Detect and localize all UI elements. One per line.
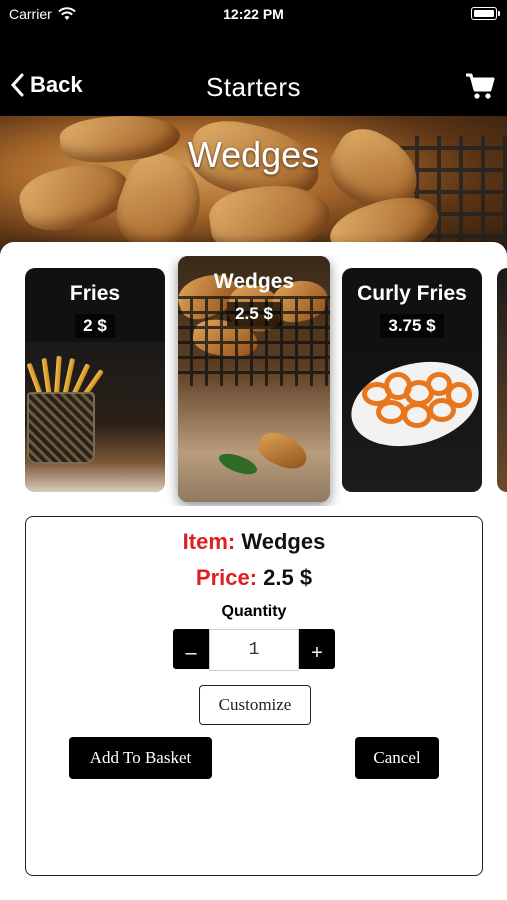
carousel-card-fries[interactable]: Fries 2 $: [25, 268, 165, 492]
status-time: 12:22 PM: [223, 6, 284, 22]
page-title: Starters: [205, 72, 302, 102]
item-value: Wedges: [241, 529, 326, 554]
quantity-stepper: – 1 +: [173, 629, 335, 671]
nav-bar: Back Starters: [0, 62, 507, 112]
cart-icon[interactable]: [465, 72, 495, 100]
carousel-card-curly-fries[interactable]: Curly Fries 3.75 $: [342, 268, 482, 492]
hero-image: Wedges: [0, 116, 507, 256]
card-price: 3.75 $: [342, 314, 482, 338]
price-label: Price:: [195, 565, 258, 590]
carousel-card-wedges[interactable]: Wedges 2.5 $: [178, 256, 330, 502]
quantity-label: Quantity: [221, 603, 287, 620]
card-name: Wedges: [213, 270, 295, 293]
item-label: Item:: [182, 529, 236, 554]
quantity-field[interactable]: 1: [209, 629, 299, 671]
item-line: Item: Wedges: [26, 529, 482, 555]
battery-icon: [471, 7, 500, 20]
top-bar: Carrier 12:22 PM Back Starters: [0, 0, 507, 116]
carousel-next-card-peek[interactable]: [497, 268, 507, 492]
hero-title: Wedges: [187, 134, 320, 175]
card-price: 2.5 $: [178, 302, 330, 326]
add-to-basket-button[interactable]: Add To Basket: [69, 737, 212, 779]
item-detail-panel: Item: Wedges Price: 2.5 $ Quantity – 1 +…: [25, 516, 483, 876]
price-value: 2.5 $: [263, 565, 313, 590]
curly-fries-photo: [342, 342, 482, 492]
cancel-button[interactable]: Cancel: [355, 737, 439, 779]
card-price: 2 $: [25, 314, 165, 338]
price-line: Price: 2.5 $: [26, 565, 482, 591]
fries-photo: [25, 342, 165, 492]
increment-button[interactable]: +: [299, 629, 335, 669]
status-bar: Carrier 12:22 PM: [0, 0, 507, 30]
item-carousel[interactable]: Fries 2 $ Wedges 2.5 $ Curly Fries 3.75 …: [0, 256, 507, 506]
customize-button[interactable]: Customize: [199, 685, 311, 725]
decrement-button[interactable]: –: [173, 629, 209, 669]
card-name: Fries: [69, 282, 121, 305]
card-name: Curly Fries: [357, 282, 467, 305]
